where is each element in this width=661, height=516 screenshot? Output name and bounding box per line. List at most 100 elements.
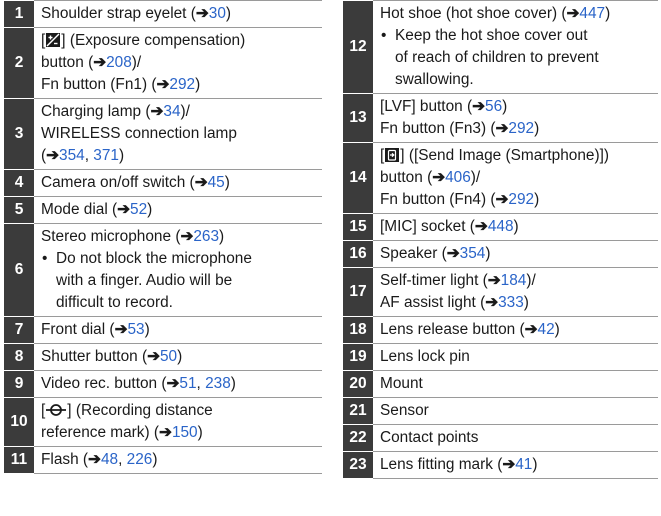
part-row-7: 7 Front dial (➔53) [4,316,322,344]
arrow-icon: ➔ [166,375,180,392]
page-reference-link[interactable]: 42 [538,321,555,338]
page-reference-link[interactable]: 448 [488,218,514,235]
bullet-icon: • [381,27,387,44]
description-text: ) [177,348,183,365]
part-number: 13 [343,93,373,143]
description-line: Shoulder strap eyelet (➔30) [41,3,318,25]
bullet-icon: • [42,250,48,267]
bullet-text: difficult to record. [56,294,173,311]
part-number: 12 [343,0,373,94]
part-number: 15 [343,213,373,241]
page-reference-link[interactable]: 371 [93,147,119,164]
description-line: Lens fitting mark (➔41) [380,454,654,476]
bullet-note-continuation: of reach of children to prevent [380,47,654,69]
description-text: [ [380,147,385,164]
page-reference-link[interactable]: 30 [209,5,226,22]
description-text: [LVF] button ( [380,98,473,115]
description-line: [] (Exposure compensation) [41,30,318,52]
arrow-icon: ➔ [159,424,172,441]
description-text: ) [230,375,236,392]
arrow-icon: ➔ [474,218,488,235]
description-text: Lens lock pin [380,348,470,365]
part-description: Shoulder strap eyelet (➔30) [34,0,322,28]
page-reference-link[interactable]: 208 [106,54,132,71]
part-description: [LVF] button (➔56) Fn button (Fn3) (➔292) [373,93,658,143]
page-reference-link[interactable]: 184 [501,272,527,289]
description-text: ) [513,218,519,235]
arrow-icon: ➔ [487,272,501,289]
page-reference-link[interactable]: 50 [160,348,177,365]
page-reference-link[interactable]: 51 [179,375,196,392]
part-row-17: 17 Self-timer light (➔184)/AF assist ligh… [343,267,658,317]
part-number: 20 [343,370,373,398]
description-line: Sensor [380,400,654,422]
part-number: 18 [343,316,373,344]
description-text: ] (Exposure compensation) [61,32,246,49]
page-reference-link[interactable]: 226 [127,451,153,468]
part-row-10: 10 [] (Recording distance reference mark) … [4,397,322,447]
page-reference-link[interactable]: 292 [508,191,534,208]
page-reference-link[interactable]: 238 [205,375,231,392]
part-description: [] ([Send Image (Smartphone)]) button (➔4… [373,142,658,214]
page-reference-link[interactable]: 292 [508,120,534,137]
description-line: Fn button (Fn4) (➔292) [380,189,654,211]
part-description: Shutter button (➔50) [34,343,322,371]
part-row-6: 6 Stereo microphone (➔263) • Do not block t… [4,223,322,317]
part-number: 5 [4,196,34,224]
description-text: ) [532,456,538,473]
part-description: Stereo microphone (➔263) • Do not block th… [34,223,322,317]
page-reference-link[interactable]: 354 [460,245,486,262]
description-text: Shutter button ( [41,348,148,365]
arrow-icon: ➔ [117,201,131,218]
page-reference-link[interactable]: 263 [193,228,219,245]
part-description: Lens release button (➔42) [373,316,658,344]
description-line: [] ([Send Image (Smartphone)]) [380,145,654,167]
page-reference-link[interactable]: 45 [208,174,225,191]
page-reference-link[interactable]: 48 [101,451,118,468]
part-row-13: 13 [LVF] button (➔56) Fn button (Fn3) (➔29… [343,93,658,143]
description-text: Lens release button ( [380,321,525,338]
page-reference-link[interactable]: 354 [59,147,85,164]
recording-distance-mark-icon [46,402,67,416]
part-number: 6 [4,223,34,317]
part-row-23: 23 Lens fitting mark (➔41) [343,451,658,479]
part-row-21: 21 Sensor [343,397,658,425]
arrow-icon: ➔ [495,120,509,137]
part-row-11: 11 Flash (➔48, 226) [4,446,322,474]
description-line: Mode dial (➔52) [41,199,318,221]
page-reference-link[interactable]: 406 [445,169,471,186]
part-number: 4 [4,169,34,197]
page-reference-link[interactable]: 41 [515,456,532,473]
description-line: Lens lock pin [380,346,654,368]
description-text: Front dial ( [41,321,115,338]
page-reference-link[interactable]: 34 [163,103,180,120]
page-reference-link[interactable]: 447 [579,5,605,22]
page-reference-link[interactable]: 53 [127,321,144,338]
description-text: )/ [180,103,190,120]
page-reference-link[interactable]: 52 [130,201,147,218]
description-text: , [84,147,94,164]
part-row-20: 20 Mount [343,370,658,398]
page-reference-link[interactable]: 333 [498,294,524,311]
part-row-4: 4 Camera on/off switch (➔45) [4,169,322,197]
arrow-icon: ➔ [150,103,164,120]
part-row-19: 19 Lens lock pin [343,343,658,371]
part-row-2: 2[] (Exposure compensation) button (➔208)… [4,27,322,99]
description-text: ) [195,76,201,93]
part-number: 10 [4,397,34,447]
arrow-icon: ➔ [88,451,101,468]
description-text: , [118,451,127,468]
arrow-icon: ➔ [194,174,208,191]
description-line: button (➔406)/ [380,167,654,189]
part-number: 17 [343,267,373,317]
part-row-14: 14 [] ([Send Image (Smartphone)]) button (… [343,142,658,214]
part-description: Video rec. button (➔51, 238) [34,370,322,398]
description-text: Flash ( [41,451,89,468]
page-reference-link[interactable]: 150 [172,424,198,441]
description-line: (➔354, 371) [41,145,318,167]
arrow-icon: ➔ [147,348,160,365]
part-description: [] (Recording distance reference mark) (➔… [34,397,322,447]
description-line: Speaker (➔354) [380,243,654,265]
page-reference-link[interactable]: 56 [485,98,502,115]
page-reference-link[interactable]: 292 [169,76,195,93]
